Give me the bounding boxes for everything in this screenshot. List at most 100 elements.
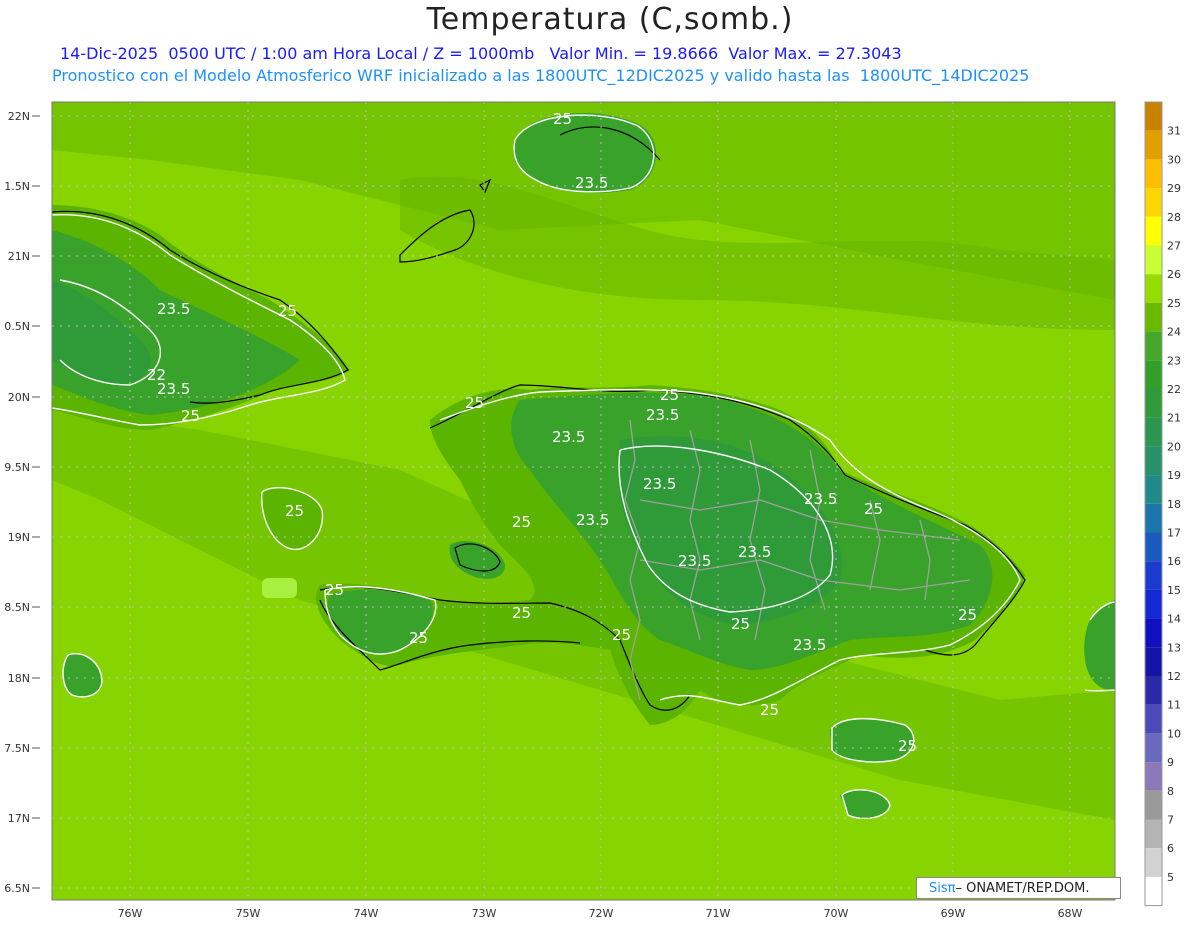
- colorbar-swatch: [1145, 475, 1162, 504]
- lon-label: 71W: [706, 907, 731, 920]
- colorbar-swatch: [1145, 532, 1162, 562]
- colorbar-label: 24: [1167, 326, 1181, 339]
- lon-label: 68W: [1058, 907, 1083, 920]
- colorbar-label: 12: [1167, 670, 1181, 683]
- credit-text: – ONAMET/REP.DOM.: [955, 881, 1090, 896]
- contour-label: 25: [898, 737, 917, 755]
- colorbar-swatch: [1145, 102, 1162, 131]
- contour-label: 23.5: [576, 511, 609, 529]
- colorbar-label: 27: [1167, 240, 1181, 253]
- colorbar-label: 22: [1167, 383, 1181, 396]
- colorbar-swatch: [1145, 561, 1162, 590]
- lon-label: 72W: [589, 907, 614, 920]
- lon-label: 73W: [472, 907, 497, 920]
- colorbar-label: 31: [1167, 125, 1181, 138]
- contour-label: 25: [512, 513, 531, 531]
- colorbar-swatch: [1145, 188, 1162, 217]
- contour-label: 25: [612, 626, 631, 644]
- colorbar-swatch: [1145, 733, 1162, 763]
- colorbar-swatch: [1145, 503, 1162, 533]
- colorbar-swatch: [1145, 302, 1162, 332]
- contour-label: 25: [864, 500, 883, 518]
- contour-label: 25: [958, 606, 977, 624]
- credit-box: Sisπ– ONAMET/REP.DOM.: [916, 877, 1121, 899]
- colorbar-label: 20: [1167, 440, 1181, 453]
- contour-label: 25: [278, 302, 297, 320]
- contour-label: 25: [409, 629, 428, 647]
- colorbar-swatch: [1145, 704, 1162, 734]
- colorbar-label: 19: [1167, 469, 1181, 482]
- contour-label: 25: [512, 604, 531, 622]
- colorbar-swatch: [1145, 676, 1162, 705]
- colorbar-swatch: [1145, 876, 1162, 906]
- lon-label: 70W: [824, 907, 849, 920]
- colorbar-swatch: [1145, 446, 1162, 476]
- contour-label: 23.5: [157, 300, 190, 318]
- latitude-ticks: [32, 115, 40, 889]
- colorbar-swatch: [1145, 819, 1162, 849]
- colorbar-label: 18: [1167, 498, 1181, 511]
- contour-label: 25: [731, 615, 750, 633]
- lat-label: 7.5N: [4, 742, 30, 755]
- warm-spot: [262, 578, 297, 598]
- contour-label: 23.5: [804, 490, 837, 508]
- colorbar-swatch: [1145, 274, 1162, 303]
- colorbar-swatch: [1145, 389, 1162, 418]
- lat-label: 17N: [8, 812, 30, 825]
- lat-label: 18N: [8, 672, 30, 685]
- colorbar-label: 5: [1167, 871, 1174, 884]
- contour-label: 25: [760, 701, 779, 719]
- lat-label: 20N: [8, 391, 30, 404]
- lat-label: 1.5N: [4, 180, 30, 193]
- colorbar-label: 7: [1167, 814, 1174, 827]
- colorbar-label: 9: [1167, 756, 1174, 769]
- colorbar-swatch: [1145, 589, 1162, 619]
- colorbar-label: 28: [1167, 211, 1181, 224]
- longitude-labels: 76W 75W 74W 73W 72W 71W 70W 69W 68W: [118, 907, 1083, 920]
- colorbar-swatch: [1145, 790, 1162, 820]
- lon-label: 75W: [236, 907, 261, 920]
- colorbar-label: 13: [1167, 641, 1181, 654]
- contour-label: 25: [465, 394, 484, 412]
- contour-label: 23.5: [552, 428, 585, 446]
- lat-label: 6.5N: [4, 882, 30, 895]
- colorbar-swatch: [1145, 331, 1162, 361]
- lon-label: 74W: [354, 907, 379, 920]
- colorbar-label: 23: [1167, 354, 1181, 367]
- colorbar-label: 16: [1167, 555, 1181, 568]
- lon-label: 76W: [118, 907, 143, 920]
- colorbar-swatch: [1145, 360, 1162, 389]
- contour-label: 23.5: [646, 406, 679, 424]
- colorbar-label: 11: [1167, 699, 1181, 712]
- contour-label: 25: [325, 581, 344, 599]
- lat-label: 22N: [8, 110, 30, 123]
- colorbar-label: 17: [1167, 527, 1181, 540]
- colorbar-swatch: [1145, 245, 1162, 275]
- colorbar-swatch: [1145, 762, 1162, 791]
- colorbar-swatch: [1145, 647, 1162, 676]
- contour-label: 23.5: [678, 552, 711, 570]
- colorbar-label: 30: [1167, 153, 1181, 166]
- contour-label: 23.5: [738, 543, 771, 561]
- contour-label: 25: [660, 386, 679, 404]
- temperature-map: 25 23.5 23.5 23.5 25 22 23.5 25 25 23.5 …: [4, 101, 1181, 920]
- lon-label: 69W: [941, 907, 966, 920]
- colorbar-swatch: [1145, 848, 1162, 877]
- lat-label: 21N: [8, 250, 30, 263]
- contour-label: 22: [147, 366, 166, 384]
- contour-label: 23.5: [575, 174, 608, 192]
- colorbar-swatch: [1145, 618, 1162, 648]
- latitude-labels: 22N 1.5N 21N 0.5N 20N 9.5N 19N 8.5N 18N …: [4, 110, 30, 895]
- colorbar-swatch: [1145, 216, 1162, 246]
- contour-label: 25: [181, 407, 200, 425]
- colorbar-swatch: [1145, 159, 1162, 189]
- colorbar-label: 29: [1167, 182, 1181, 195]
- colorbar-label: 8: [1167, 785, 1174, 798]
- lat-label: 19N: [8, 531, 30, 544]
- colorbar-legend: 31 30 29 28 27 26 25 24 23 22 21 20 19 18 17 16 15 14 13 12…: [1144, 101, 1181, 907]
- contour-label: 25: [285, 502, 304, 520]
- colorbar-label: 14: [1167, 613, 1181, 626]
- sispi-logo-text: Sisπ: [929, 881, 956, 896]
- colorbar-label: 6: [1167, 842, 1174, 855]
- lat-label: 8.5N: [4, 601, 30, 614]
